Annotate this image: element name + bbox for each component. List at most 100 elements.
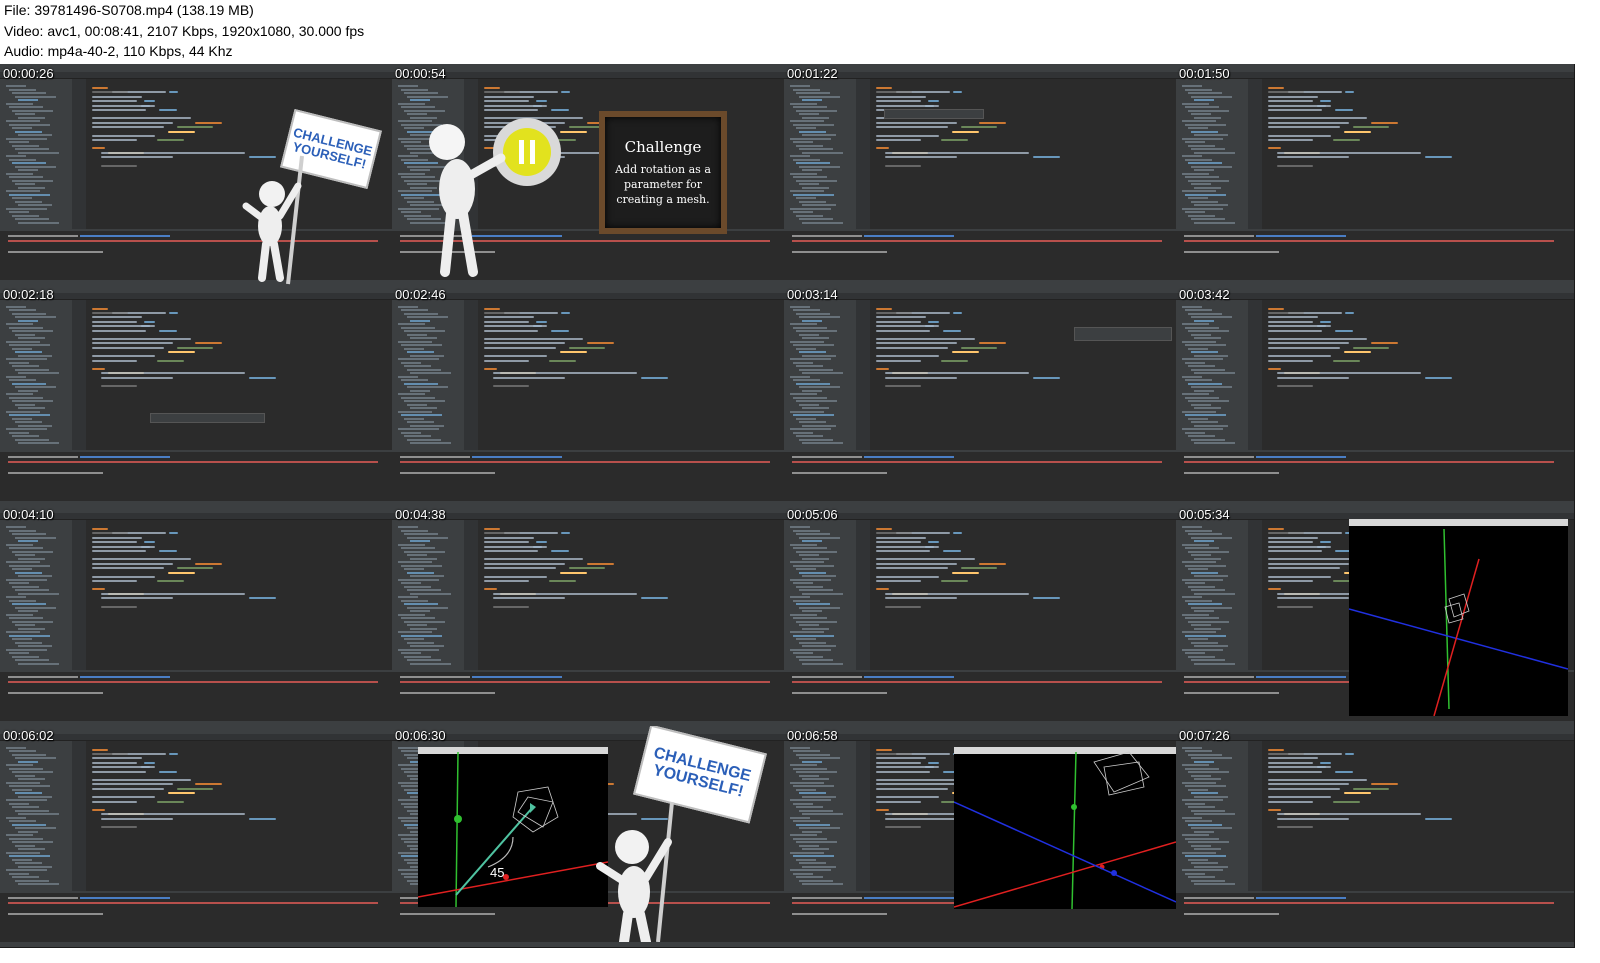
tree-item [398, 746, 418, 749]
tree-item [15, 659, 49, 661]
video-thumbnail[interactable]: 00:00:26 CHALLENGE YOURSELF! [0, 64, 399, 286]
video-thumbnail[interactable]: 00:05:06 [784, 505, 1183, 727]
tree-item [799, 879, 833, 882]
code-token [928, 541, 939, 544]
code-token [144, 100, 155, 103]
video-thumbnail[interactable]: 00:02:18 [0, 284, 399, 507]
tree-item [410, 354, 444, 357]
console-line [8, 251, 103, 253]
tree-item [1185, 379, 1212, 381]
code-token [92, 787, 164, 790]
thumbnail-timestamp: 00:03:14 [787, 286, 838, 302]
code-token [484, 367, 497, 370]
tree-item [12, 841, 53, 843]
ide-menubar [0, 725, 398, 734]
tree-item [9, 396, 43, 399]
code-token [960, 346, 997, 349]
code-token [92, 337, 191, 340]
tree-item [1188, 550, 1229, 553]
tree-item [1188, 382, 1222, 385]
video-thumbnail[interactable]: 00:05:34 [1176, 505, 1575, 727]
tree-item [1194, 389, 1214, 392]
tree-item [793, 88, 820, 91]
tree-item [18, 610, 38, 612]
video-thumbnail[interactable]: 00:04:10 [0, 505, 399, 727]
video-thumbnail[interactable]: 00:03:14 [784, 284, 1183, 507]
code-token [550, 329, 569, 332]
video-thumbnail[interactable]: 00:06:58 [784, 725, 1183, 948]
video-thumbnail[interactable]: 00:07:26 [1176, 725, 1575, 948]
tree-item [790, 323, 817, 325]
code-token [1277, 385, 1313, 388]
video-thumbnail[interactable]: 00:03:42 [1176, 284, 1575, 507]
code-token [1268, 588, 1281, 591]
console-line [864, 676, 954, 678]
code-token [493, 592, 637, 595]
tree-item [1191, 95, 1232, 98]
tree-item [1182, 596, 1202, 598]
tree-item [796, 109, 837, 112]
tree-item [401, 529, 428, 532]
tree-item [790, 375, 810, 378]
tree-item [18, 848, 45, 850]
thumbnail-timestamp: 00:02:46 [395, 286, 446, 302]
code-token [953, 532, 963, 535]
tree-item [1194, 99, 1214, 101]
tree-item [1188, 109, 1229, 112]
ide-line-gutter [856, 79, 870, 229]
code-token [248, 817, 276, 820]
code-token [876, 325, 939, 328]
code-token [876, 528, 893, 530]
tree-item [796, 347, 816, 350]
video-thumbnail[interactable]: 00:01:22 [784, 64, 1183, 286]
code-token [484, 545, 547, 548]
tree-item [9, 547, 43, 549]
opengl-viewport[interactable] [1349, 519, 1568, 716]
thumbnail-timestamp: 00:01:50 [1179, 66, 1230, 81]
code-token [484, 329, 538, 332]
ide-code-editor [1262, 299, 1574, 450]
video-thumbnail[interactable]: 00:01:50 [1176, 64, 1575, 286]
video-thumbnail[interactable]: 00:06:02 [0, 725, 399, 948]
code-token [1277, 156, 1349, 159]
video-thumbnail[interactable]: 00:06:30 45 CHALLENGE YOURSELF! [392, 725, 791, 948]
ide-menubar [784, 64, 1182, 72]
code-token [951, 571, 979, 574]
code-token [1424, 156, 1452, 159]
ide-line-gutter [72, 740, 86, 891]
tree-item [9, 379, 36, 381]
opengl-viewport[interactable] [954, 746, 1176, 909]
tree-item [799, 316, 840, 318]
ide-menubar [392, 64, 790, 72]
code-token [1370, 783, 1398, 786]
video-thumbnail[interactable]: 00:04:38 [392, 505, 791, 727]
ide-code-editor [86, 520, 398, 670]
tree-item [401, 396, 435, 399]
tree-item [802, 557, 829, 560]
code-token [876, 337, 975, 340]
tree-item [790, 120, 824, 122]
autocomplete-popup[interactable] [884, 109, 984, 119]
tree-item [799, 589, 833, 591]
tree-item [793, 414, 834, 416]
code-token [1268, 757, 1318, 760]
code-token [536, 100, 547, 103]
opengl-viewport[interactable]: 45 [418, 746, 608, 907]
tree-item [9, 599, 36, 602]
code-token [568, 346, 605, 349]
tree-item [790, 305, 810, 308]
code-token [1268, 536, 1318, 539]
ide-run-console [1176, 449, 1574, 506]
ide-editor-tabs [0, 733, 398, 741]
code-token [640, 597, 668, 600]
tree-item [404, 550, 445, 553]
autocomplete-popup[interactable] [150, 412, 265, 423]
code-token [885, 592, 1029, 595]
tree-item [793, 379, 820, 381]
video-thumbnail[interactable]: 00:02:46 [392, 284, 791, 507]
code-token [876, 575, 939, 578]
video-thumbnail[interactable]: 00:00:54 Challenge Add rotation as a par… [392, 64, 791, 286]
tree-item [793, 344, 834, 346]
thumbnail-grid: 00:00:26 CHALLENGE YOURSELF! 00:00:54 Ch… [0, 64, 1600, 963]
code-token [92, 126, 164, 129]
